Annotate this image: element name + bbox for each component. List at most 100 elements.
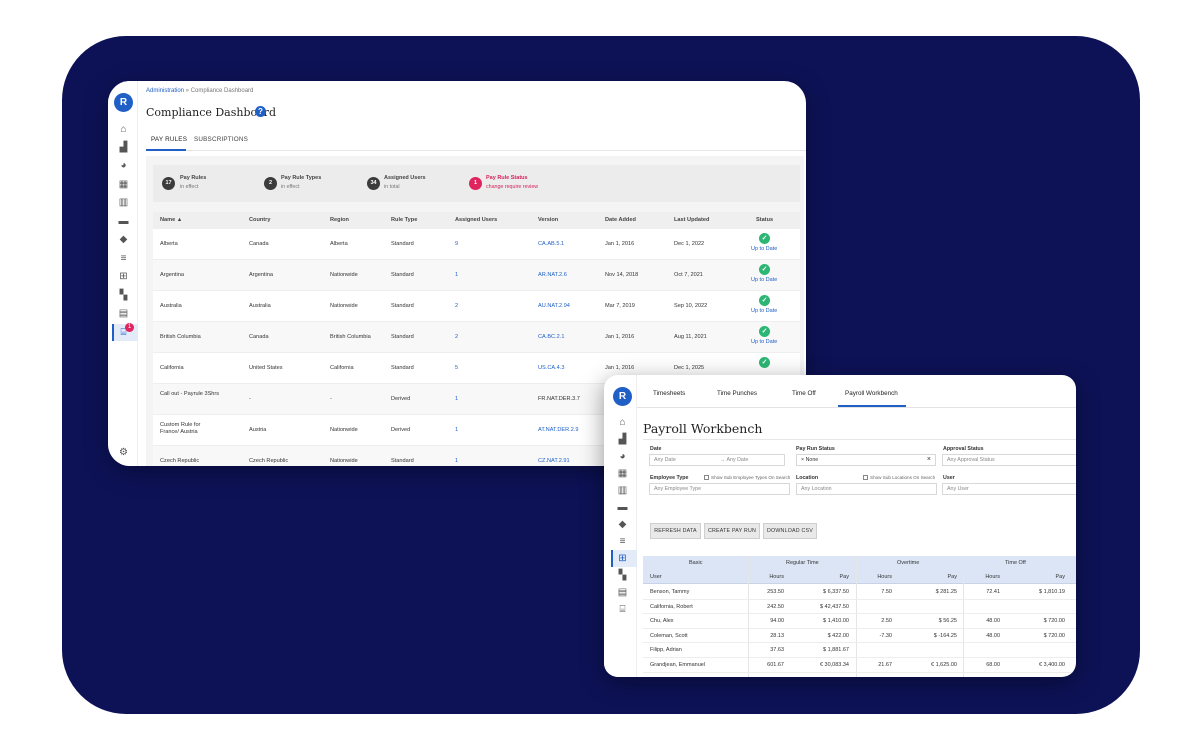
column-header-time-off-pay[interactable]: Pay [1056,574,1065,580]
stat-title-pay-rule-status[interactable]: Pay Rule Status [486,175,528,181]
bank-icon[interactable]: ⌸ [617,604,628,615]
column-header-last-updated[interactable]: Last Updated [674,217,709,223]
palette-icon[interactable]: ◕ [617,451,628,462]
dashboard-icon[interactable]: ▚ [118,290,129,301]
hierarchy-icon[interactable]: ⊞ [118,271,129,282]
home-icon[interactable]: ⌂ [118,124,129,135]
document-icon[interactable]: ▤ [617,587,628,598]
cell-assigned-users[interactable]: 1 [455,427,458,433]
column-header-overtime-hours[interactable]: Hours [877,574,892,580]
tab-divider [146,150,806,151]
tab-payroll-workbench[interactable]: Payroll Workbench [845,390,898,397]
brand-logo[interactable]: R [613,387,632,406]
clear-icon[interactable]: × [927,455,931,465]
building-icon[interactable]: ▥ [617,485,628,496]
hierarchy-icon[interactable]: ⊞ [617,553,628,564]
cell-assigned-users[interactable]: 2 [455,334,458,340]
show-sub-employee-types-checkbox[interactable]: Show Sub Employee Types On Search [704,475,790,481]
column-header-rule-type[interactable]: Rule Type [391,217,417,223]
list-icon[interactable]: ≡ [118,253,129,264]
home-icon[interactable]: ⌂ [617,417,628,428]
tab-time-off[interactable]: Time Off [792,390,816,397]
tag-icon[interactable]: ◆ [118,234,129,245]
palette-icon[interactable]: ◕ [118,160,129,171]
column-header-name[interactable]: Name ▲ [160,217,182,223]
tab-timesheets[interactable]: Timesheets [653,390,685,397]
cell-assigned-users[interactable]: 5 [455,365,458,371]
checkbox-box[interactable] [863,475,868,481]
cell-regular-hours: 242.50 [767,603,784,610]
location-select[interactable]: Any Location [796,483,937,495]
table-row[interactable]: Alberta Canada Alberta Standard 9 CA.AB.5.1 Ja… [153,229,800,260]
table-row[interactable]: Benson, Tammy 253.50 $ 6,337.50 7.50 $ 281.2… [643,585,1076,600]
cell-assigned-users[interactable]: 1 [455,396,458,402]
tab-pay-rules[interactable]: PAY RULES [151,136,187,143]
column-header-version[interactable]: Version [538,217,558,223]
column-header-assigned-users[interactable]: Assigned Users [455,217,497,223]
folder-icon[interactable]: ▬ [118,216,129,227]
create-pay-run-button[interactable]: CREATE PAY RUN [704,523,760,539]
cell-regular-pay: € 30,083.34 [819,662,849,668]
cell-assigned-users[interactable]: 9 [455,241,458,247]
table-row[interactable]: Chu, Alex 94.00 $ 1,410.00 2.50 $ 56.25 48.00… [643,614,1076,629]
cell-version[interactable]: CA.BC.2.1 [538,334,564,340]
building-icon[interactable]: ▥ [118,197,129,208]
gear-icon[interactable]: ⚙ [118,447,129,458]
cell-version[interactable]: FR.NAT.DER.3.7 [538,396,580,402]
column-header-region[interactable]: Region [330,217,349,223]
cell-assigned-users[interactable]: 1 [455,272,458,278]
chart-icon[interactable]: ▟ [617,434,628,445]
table-row[interactable]: Australia Australia Nationwide Standard 2 AU.… [153,291,800,322]
column-header-status[interactable]: Status [756,217,773,223]
table-row[interactable]: Grandjean, Emmanuel 601.67 € 30,083.34 21.6… [643,658,1076,673]
refresh-data-button[interactable]: REFRESH DATA [650,523,701,539]
employee-type-select[interactable]: Any Employee Type [649,483,790,495]
tag-icon[interactable]: ◆ [617,519,628,530]
checkbox-box[interactable] [704,475,709,481]
approval-status-select[interactable]: Any Approval Status [942,454,1076,466]
cell-assigned-users[interactable]: 1 [455,458,458,464]
table-row[interactable]: Filipp, Adrian 37.63 $ 1,881.67 [643,643,1076,658]
column-header-regular-hours[interactable]: Hours [769,574,784,580]
column-header-date-added[interactable]: Date Added [605,217,636,223]
check-circle-icon: ✓ [759,264,770,275]
table-row[interactable]: British Columbia Canada British Columbia St… [153,322,800,353]
cell-time-off-pay: $ 720.00 [1043,632,1065,639]
help-icon[interactable]: ? [255,106,266,117]
calendar-icon[interactable]: ▦ [617,468,628,479]
cell-version[interactable]: AT.NAT.DER.2.9 [538,427,579,433]
column-header-user[interactable]: User [650,574,662,580]
table-row[interactable]: Coleman, Scott 28.13 $ 422.00 -7.30 $ -164.2… [643,629,1076,644]
brand-logo[interactable]: R [114,93,133,112]
cell-version[interactable]: AR.NAT.2.6 [538,272,567,278]
date-range-input[interactable]: Any Date → Any Date [649,454,785,466]
chart-icon[interactable]: ▟ [118,142,129,153]
cell-version[interactable]: US.CA.4.3 [538,365,564,371]
pay-run-status-select[interactable]: × None × [796,454,936,466]
cell-version[interactable]: AU.NAT.2.94 [538,303,570,309]
approval-status-label: Approval Status [943,446,984,452]
cell-version[interactable]: CA.AB.5.1 [538,241,564,247]
user-select[interactable]: Any User [942,483,1076,495]
document-icon[interactable]: ▤ [118,308,129,319]
show-sub-locations-checkbox[interactable]: Show Sub Locations On Search [863,475,935,481]
column-header-time-off-hours[interactable]: Hours [985,574,1000,580]
stat-sub-pay-rule-status[interactable]: change require review [486,184,538,190]
cell-assigned-users[interactable]: 2 [455,303,458,309]
cell-version[interactable]: CZ.NAT.2.91 [538,458,570,464]
folder-icon[interactable]: ▬ [617,502,628,513]
dashboard-icon[interactable]: ▚ [617,570,628,581]
column-header-country[interactable]: Country [249,217,270,223]
column-header-overtime-pay[interactable]: Pay [948,574,957,580]
calendar-icon[interactable]: ▦ [118,179,129,190]
stat-count-pay-rule-status[interactable]: 1 [469,177,482,190]
breadcrumb-link-administration[interactable]: Administration [146,88,184,94]
column-header-regular-pay[interactable]: Pay [840,574,849,580]
table-row[interactable]: Argentina Argentina Nationwide Standard 1 AR.… [153,260,800,291]
tab-subscriptions[interactable]: SUBSCRIPTIONS [194,136,248,143]
tab-time-punches[interactable]: Time Punches [717,390,757,397]
date-from-placeholder: Any Date [654,457,676,463]
table-row[interactable]: California, Robert 242.50 $ 42,437.50 [643,600,1076,615]
list-icon[interactable]: ≡ [617,536,628,547]
download-csv-button[interactable]: DOWNLOAD CSV [763,523,817,539]
